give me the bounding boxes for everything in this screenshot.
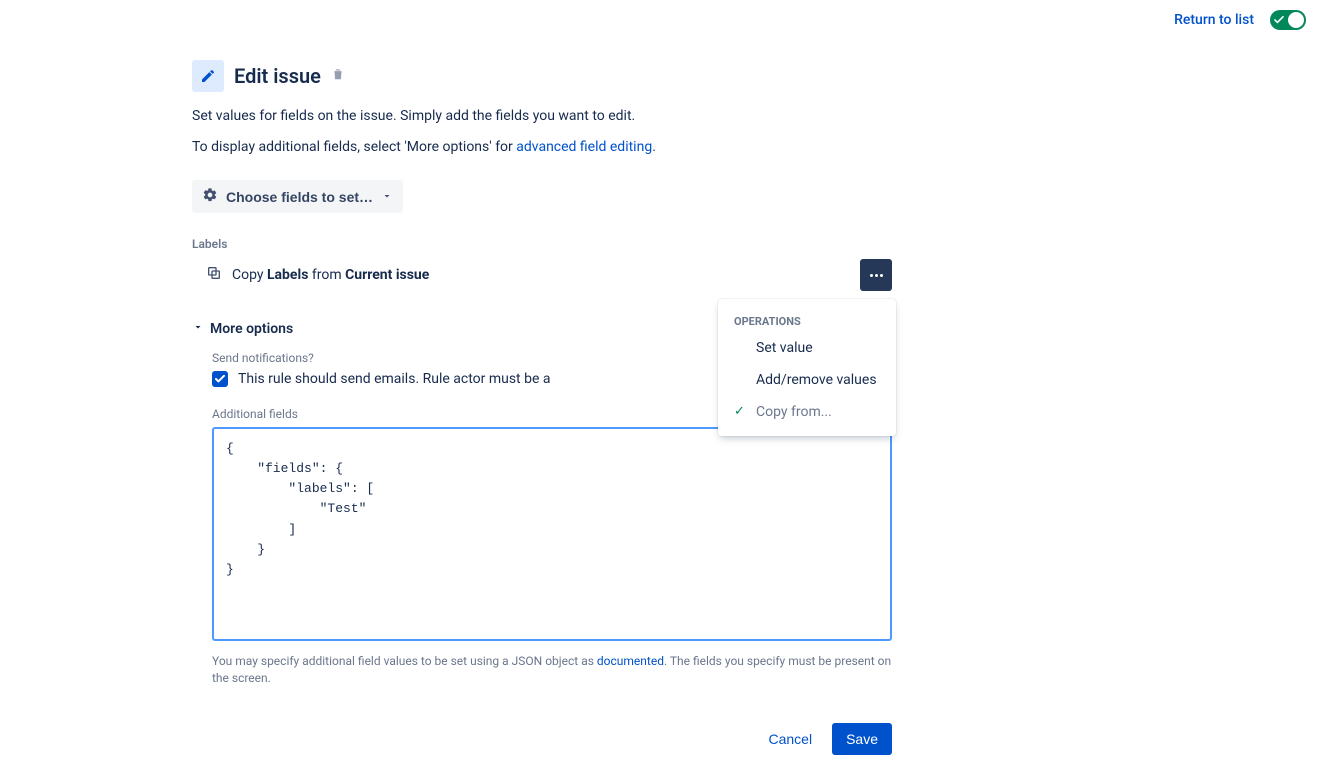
copy-source: Current issue (345, 267, 429, 283)
top-bar: Return to list (0, 0, 1326, 30)
dropdown-heading: OPERATIONS (718, 307, 896, 332)
dropdown-item-add-remove[interactable]: Add/remove values (718, 364, 896, 396)
additional-fields-textarea[interactable] (212, 427, 892, 641)
chevron-down-icon (192, 321, 204, 337)
main-panel: Edit issue Set values for fields on the … (192, 30, 892, 755)
copy-prefix: Copy (232, 267, 267, 283)
helper-prefix: You may specify additional field values … (212, 654, 597, 668)
save-button[interactable]: Save (832, 723, 892, 755)
documented-link[interactable]: documented (597, 654, 664, 668)
description-line-1: Set values for fields on the issue. Simp… (192, 106, 892, 127)
choose-fields-button[interactable]: Choose fields to set… (192, 180, 403, 213)
more-actions-button[interactable] (860, 259, 892, 291)
additional-fields-helper: You may specify additional field values … (212, 653, 892, 687)
return-to-list-link[interactable]: Return to list (1174, 12, 1254, 28)
toggle-knob (1288, 12, 1304, 28)
copy-icon (206, 265, 222, 285)
cancel-button[interactable]: Cancel (756, 723, 824, 755)
advanced-field-editing-link[interactable]: advanced field editing (516, 139, 652, 155)
notifications-checkbox-text: This rule should send emails. Rule actor… (238, 371, 550, 387)
more-options-label: More options (210, 321, 293, 337)
page-title: Edit issue (234, 64, 321, 88)
chevron-down-icon (381, 189, 393, 205)
description-line-2: To display additional fields, select 'Mo… (192, 137, 892, 158)
edit-issue-icon (192, 60, 224, 92)
header: Edit issue (192, 60, 892, 92)
dropdown-item-copy-from[interactable]: Copy from... (718, 396, 896, 428)
check-icon (1274, 12, 1284, 28)
trash-icon[interactable] (331, 67, 345, 85)
enable-toggle[interactable] (1270, 10, 1306, 30)
description-suffix: . (652, 139, 656, 155)
copy-field: Labels (267, 267, 308, 283)
gear-icon (202, 187, 218, 206)
dropdown-item-set-value[interactable]: Set value (718, 332, 896, 364)
footer: Cancel Save (192, 723, 892, 755)
copy-mid: from (308, 267, 345, 283)
labels-copy-row: Copy Labels from Current issue OPERATION… (192, 259, 892, 291)
description-prefix: To display additional fields, select 'Mo… (192, 139, 516, 155)
choose-fields-label: Choose fields to set… (226, 189, 373, 205)
send-notifications-checkbox[interactable] (212, 371, 228, 387)
operations-dropdown: OPERATIONS Set value Add/remove values C… (718, 299, 896, 436)
labels-section-title: Labels (192, 237, 892, 251)
copy-text: Copy Labels from Current issue (232, 267, 429, 283)
